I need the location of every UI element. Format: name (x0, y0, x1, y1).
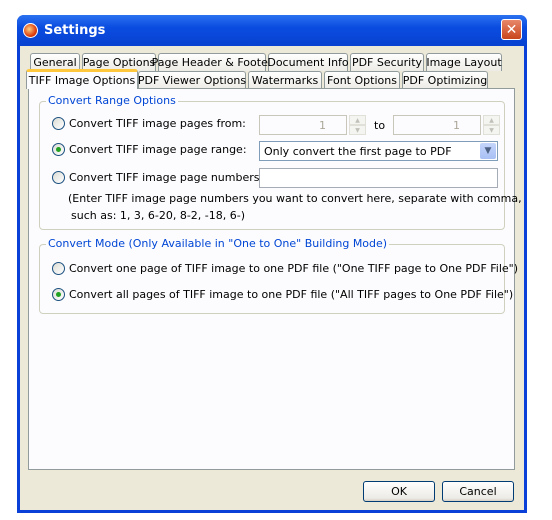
radio-button[interactable] (52, 171, 65, 184)
tab-image-layout[interactable]: Image Layout (426, 53, 502, 71)
page-numbers-hint-2: such as: 1, 3, 6-20, 8-2, -18, 6-) (71, 209, 246, 222)
tab-pdf-viewer-options[interactable]: PDF Viewer Options (138, 71, 246, 89)
radio-label: Convert TIFF image pages from: (69, 117, 246, 130)
app-logo-icon (23, 23, 38, 38)
radio-button-selected[interactable] (52, 288, 65, 301)
tiff-options-panel: Convert Range Options Convert TIFF image… (28, 88, 522, 470)
radio-label: Convert TIFF image page range: (69, 143, 247, 156)
radio-all-pages-one-pdf[interactable]: Convert all pages of TIFF image to one P… (52, 288, 513, 301)
convert-mode-group: Convert Mode (Only Available in "One to … (39, 237, 518, 314)
spin-down-icon[interactable]: ▼ (483, 125, 500, 135)
page-numbers-hint-1: (Enter TIFF image page numbers you want … (68, 192, 522, 205)
spin-up-icon[interactable]: ▲ (349, 115, 366, 125)
tab-document-info[interactable]: Document Info (267, 53, 349, 71)
tab-pdf-optimizing[interactable]: PDF Optimizing (402, 71, 488, 89)
to-page-spinner[interactable]: 1 ▲ ▼ (393, 115, 500, 135)
chevron-down-icon[interactable]: ▼ (480, 143, 496, 159)
spinner-buttons[interactable]: ▲ ▼ (483, 115, 500, 135)
radio-button[interactable] (52, 262, 65, 275)
radio-button[interactable] (52, 117, 65, 130)
from-value: 1 (319, 118, 326, 132)
dialog-client: General Page Options Page Header & Foote… (20, 46, 524, 510)
close-button[interactable]: ✕ (501, 19, 522, 40)
radio-label: Convert all pages of TIFF image to one P… (69, 288, 514, 301)
radio-page-numbers[interactable]: Convert TIFF image page numbers: (52, 171, 263, 184)
radio-one-page-per-pdf[interactable]: Convert one page of TIFF image to one PD… (52, 262, 518, 275)
title-bar: Settings (17, 15, 527, 46)
spin-up-icon[interactable]: ▲ (483, 115, 500, 125)
convert-range-group: Convert Range Options Convert TIFF image… (39, 94, 522, 230)
radio-pages-from[interactable]: Convert TIFF image pages from: (52, 117, 246, 130)
spin-down-icon[interactable]: ▼ (349, 125, 366, 135)
dropdown-value: Only convert the first page to PDF (264, 144, 452, 158)
page-range-dropdown[interactable]: Only convert the first page to PDF ▼ (259, 141, 498, 161)
tab-tiff-image-options[interactable]: TIFF Image Options (26, 69, 138, 89)
page-numbers-input[interactable] (259, 168, 498, 188)
tab-font-options[interactable]: Font Options (324, 71, 400, 89)
spinner-buttons[interactable]: ▲ ▼ (349, 115, 366, 135)
radio-button-selected[interactable] (52, 143, 65, 156)
radio-label: Convert one page of TIFF image to one PD… (69, 262, 519, 275)
group-label: Convert Range Options (46, 94, 178, 107)
from-page-spinner[interactable]: 1 ▲ ▼ (259, 115, 366, 135)
ok-button[interactable]: OK (363, 481, 435, 502)
tab-page-header-footer[interactable]: Page Header & Footer (152, 53, 272, 71)
radio-page-range[interactable]: Convert TIFF image page range: (52, 143, 247, 156)
group-label: Convert Mode (Only Available in "One to … (46, 237, 390, 250)
settings-window: Settings ✕ General Page Options Page Hea… (17, 15, 527, 513)
to-value: 1 (453, 118, 460, 132)
radio-label: Convert TIFF image page numbers: (69, 171, 264, 184)
window-title: Settings (44, 23, 106, 38)
cancel-button[interactable]: Cancel (442, 481, 514, 502)
to-label: to (374, 119, 386, 132)
tab-pdf-security[interactable]: PDF Security (350, 53, 424, 71)
tab-watermarks[interactable]: Watermarks (248, 71, 322, 89)
